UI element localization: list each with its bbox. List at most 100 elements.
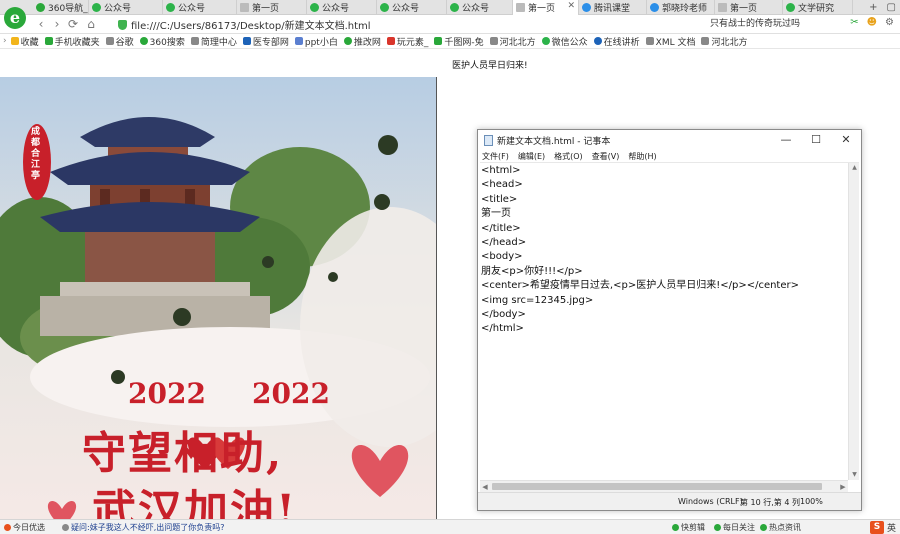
- bookmark-item[interactable]: 在线讲析: [593, 35, 640, 48]
- scroll-right-icon[interactable]: ▶: [838, 481, 848, 492]
- today-picks[interactable]: 今日优选: [4, 522, 45, 533]
- menu-edit[interactable]: 编辑(E): [518, 151, 545, 162]
- bookmark-item[interactable]: 谷歌: [105, 35, 134, 48]
- wechat-icon: [92, 3, 101, 12]
- scroll-left-icon[interactable]: ◀: [480, 481, 490, 492]
- menu-help[interactable]: 帮助(H): [628, 151, 656, 162]
- menu-view[interactable]: 查看(V): [592, 151, 620, 162]
- vertical-scrollbar[interactable]: ▲ ▼: [848, 163, 859, 480]
- search-box[interactable]: 只有战士的传奇玩过吗: [710, 17, 810, 32]
- tab-page1-active[interactable]: 第一页 ✕: [513, 0, 579, 15]
- forward-icon[interactable]: ›: [50, 17, 64, 31]
- bookmark-expand-icon[interactable]: ›: [3, 36, 7, 46]
- poster-headline-2: 武汉加油!: [92, 486, 298, 519]
- notepad-title-bar[interactable]: 新建文本文档.html - 记事本 — ☐ ✕: [478, 130, 861, 150]
- browser-logo-icon[interactable]: e: [4, 7, 26, 29]
- menu-format[interactable]: 格式(O): [554, 151, 583, 162]
- scroll-down-icon[interactable]: ▼: [849, 470, 859, 480]
- poster-year-left: 2022: [128, 377, 206, 410]
- bookmark-item[interactable]: 推改网: [343, 35, 381, 48]
- bookmark-item[interactable]: 千图网-免: [434, 35, 484, 48]
- notepad-menu-bar: 文件(F) 编辑(E) 格式(O) 查看(V) 帮助(H): [478, 150, 861, 162]
- poster-year-right: 2022: [252, 377, 330, 410]
- site-icon: [593, 37, 602, 45]
- bookmark-item[interactable]: 收藏: [10, 35, 39, 48]
- settings-icon[interactable]: ⚙: [885, 17, 894, 28]
- bookmark-bar: › 收藏 手机收藏夹 谷歌 360搜索 简理中心 医专部网 ppt小白 推改网 …: [0, 34, 900, 49]
- notepad-icon: [484, 134, 493, 146]
- wechat-icon: [166, 3, 175, 12]
- ime-mode: 英: [886, 524, 896, 534]
- bookmark-item[interactable]: 玩元素_: [386, 35, 428, 48]
- bookmark-item[interactable]: 手机收藏夹: [44, 35, 100, 48]
- bookmark-item[interactable]: 医专部网: [242, 35, 289, 48]
- bookmark-item[interactable]: ppt小白: [294, 35, 338, 48]
- news-ticker[interactable]: 疑问:妹子我这人不经吓,出问题了你负责吗?: [62, 522, 224, 533]
- browser-status-bar: 今日优选 疑问:妹子我这人不经吓,出问题了你负责吗? 快剪辑 每日关注 热点资讯…: [0, 519, 900, 534]
- extension-icon[interactable]: ✂: [850, 17, 858, 28]
- tab-360nav[interactable]: 360导航_: [33, 0, 89, 15]
- news-icon: [62, 524, 69, 531]
- ime-indicator[interactable]: S 英: [869, 520, 896, 534]
- refresh-icon[interactable]: ⟳: [66, 17, 80, 31]
- tab-page1-b[interactable]: 第一页: [715, 0, 783, 15]
- wechat-icon: [450, 3, 459, 12]
- close-button[interactable]: ✕: [831, 130, 861, 150]
- scroll-up-icon[interactable]: ▲: [849, 163, 859, 173]
- bookmark-item[interactable]: 微信公众: [541, 35, 588, 48]
- status-item-hot[interactable]: 热点资讯: [760, 522, 801, 533]
- tab-list-icon[interactable]: ▢: [887, 2, 896, 13]
- phone-icon: [44, 37, 53, 45]
- tab-strip: 360导航_ 公众号 公众号 第一页 公众号 公众号 公众号 第一页 ✕ 腾讯课堂…: [0, 0, 900, 15]
- k-icon: [242, 37, 251, 45]
- page-icon: [489, 37, 498, 45]
- poster-seal-text: 成都合江亭: [31, 127, 41, 181]
- poster-image: 成都合江亭 2022 2022 守望相助, 武汉加油!: [0, 77, 437, 519]
- new-tab-button[interactable]: +: [869, 2, 877, 13]
- status-position: 第 10 行,第 4 列: [740, 498, 800, 507]
- home-icon[interactable]: ⌂: [84, 17, 98, 31]
- notepad-text-area[interactable]: <html> <head> <title> 第一页 </title> </hea…: [480, 163, 848, 480]
- tab-literature[interactable]: 文学研究: [783, 0, 853, 15]
- fire-icon: [4, 524, 11, 531]
- tab-gongzhonghao-3[interactable]: 公众号: [307, 0, 377, 15]
- horizontal-scrollbar[interactable]: ◀ ▶: [480, 480, 848, 492]
- bookmark-item[interactable]: XML 文档: [645, 35, 695, 48]
- tab-page1-a[interactable]: 第一页: [237, 0, 307, 15]
- minimize-button[interactable]: —: [771, 130, 801, 150]
- status-item-daily[interactable]: 每日关注: [714, 522, 755, 533]
- page-icon: [105, 37, 114, 45]
- maximize-button[interactable]: ☐: [801, 130, 831, 150]
- toolbar-icons: ✂ ☻ ⚙: [850, 17, 894, 28]
- tencent-icon: [582, 3, 591, 12]
- back-icon[interactable]: ‹: [34, 17, 48, 31]
- page-icon: [718, 3, 727, 12]
- status-item-kuaijianji[interactable]: 快剪辑: [672, 522, 705, 533]
- menu-file[interactable]: 文件(F): [482, 151, 509, 162]
- bookmark-item[interactable]: 河北北方: [701, 35, 748, 48]
- bookmark-item[interactable]: 简理中心: [190, 35, 237, 48]
- close-tab-icon[interactable]: ✕: [567, 1, 575, 11]
- tab-gongzhonghao-4[interactable]: 公众号: [377, 0, 447, 15]
- wechat-icon: [380, 3, 389, 12]
- tab-gongzhonghao-2[interactable]: 公众号: [163, 0, 237, 15]
- page-icon: [516, 3, 525, 12]
- wechat-icon: [786, 3, 795, 12]
- bookmark-item[interactable]: 360搜索: [139, 35, 185, 48]
- tab-teacher[interactable]: 郭晓玲老师: [647, 0, 715, 15]
- notepad-window[interactable]: 新建文本文档.html - 记事本 — ☐ ✕ 文件(F) 编辑(E) 格式(O…: [477, 129, 862, 511]
- page-icon: [701, 37, 710, 45]
- page-icon: [645, 37, 654, 45]
- ppt-icon: [294, 37, 303, 45]
- tab-gongzhonghao-5[interactable]: 公众号: [447, 0, 513, 15]
- url-text: file:///C:/Users/86173/Desktop/新建文本文档.ht…: [131, 21, 371, 32]
- tab-gongzhonghao-1[interactable]: 公众号: [89, 0, 163, 15]
- tab-tencent-class[interactable]: 腾讯课堂: [579, 0, 647, 15]
- star-icon: [10, 37, 19, 45]
- url-field[interactable]: file:///C:/Users/86173/Desktop/新建文本文档.ht…: [118, 17, 698, 32]
- horizontal-scroll-thumb[interactable]: [492, 483, 822, 490]
- bookmark-item[interactable]: 河北北方: [489, 35, 536, 48]
- user-icon[interactable]: ☻: [867, 17, 877, 28]
- page-icon: [190, 37, 199, 45]
- 360-icon: [139, 37, 148, 45]
